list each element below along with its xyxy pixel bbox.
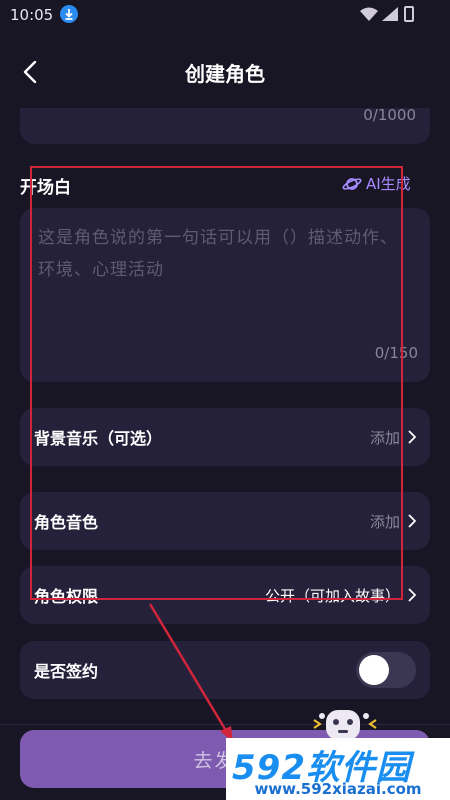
chevron-right-icon xyxy=(408,430,416,444)
contract-row: 是否签约 xyxy=(20,641,430,699)
annotation-highlight-box xyxy=(30,166,403,600)
status-bar: 10:05 xyxy=(0,0,450,28)
wifi-icon xyxy=(360,7,378,21)
description-counter: 0/1000 xyxy=(363,106,416,124)
watermark-url: www.592xiazai.com xyxy=(254,780,422,798)
row-label: 是否签约 xyxy=(34,662,99,681)
battery-icon xyxy=(404,6,414,22)
contract-toggle[interactable] xyxy=(356,652,416,688)
download-icon xyxy=(60,5,78,23)
site-watermark: 592软件园 www.592xiazai.com xyxy=(226,738,450,800)
chevron-right-icon xyxy=(408,588,416,602)
description-card[interactable]: 0/1000 xyxy=(20,106,430,144)
chevron-right-icon xyxy=(408,514,416,528)
page-title: 创建角色 xyxy=(185,62,265,86)
toggle-knob xyxy=(359,655,389,685)
signal-icon xyxy=(382,7,398,21)
status-time: 10:05 xyxy=(10,6,54,24)
